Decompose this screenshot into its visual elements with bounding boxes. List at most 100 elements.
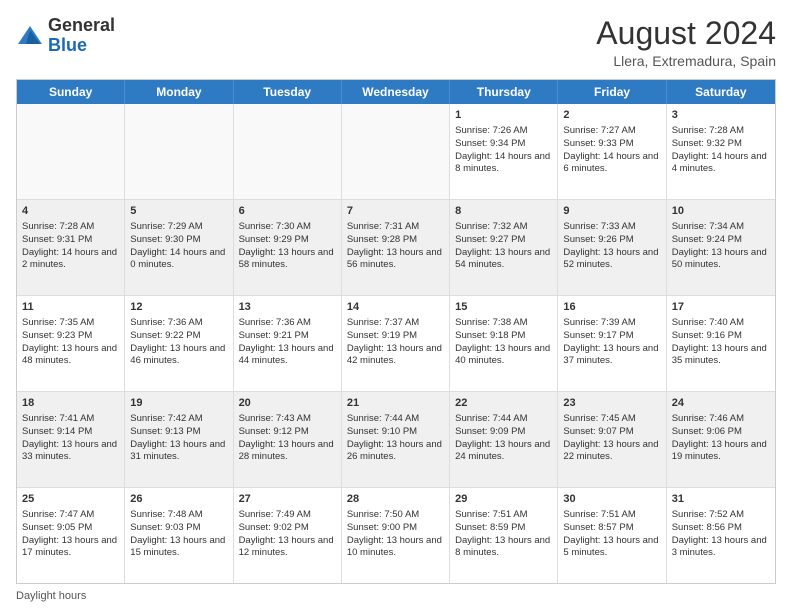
sunrise-text: Sunrise: 7:46 AM xyxy=(672,413,770,426)
daylight-text: Daylight: 13 hours and 42 minutes. xyxy=(347,343,444,369)
daylight-text: Daylight: 13 hours and 37 minutes. xyxy=(563,343,660,369)
sunset-text: Sunset: 9:09 PM xyxy=(455,426,552,439)
daylight-text: Daylight: 13 hours and 50 minutes. xyxy=(672,247,770,273)
calendar-cell: 14Sunrise: 7:37 AMSunset: 9:19 PMDayligh… xyxy=(342,296,450,391)
day-of-week-header: Thursday xyxy=(450,80,558,104)
daylight-text: Daylight: 13 hours and 54 minutes. xyxy=(455,247,552,273)
sunrise-text: Sunrise: 7:32 AM xyxy=(455,221,552,234)
sunrise-text: Sunrise: 7:45 AM xyxy=(563,413,660,426)
sunset-text: Sunset: 9:29 PM xyxy=(239,234,336,247)
calendar-cell: 9Sunrise: 7:33 AMSunset: 9:26 PMDaylight… xyxy=(558,200,666,295)
sunset-text: Sunset: 9:27 PM xyxy=(455,234,552,247)
sunrise-text: Sunrise: 7:44 AM xyxy=(455,413,552,426)
day-number: 13 xyxy=(239,300,336,315)
day-of-week-header: Monday xyxy=(125,80,233,104)
sunrise-text: Sunrise: 7:48 AM xyxy=(130,509,227,522)
day-number: 16 xyxy=(563,300,660,315)
daylight-text: Daylight: 13 hours and 48 minutes. xyxy=(22,343,119,369)
day-number: 22 xyxy=(455,396,552,411)
day-number: 27 xyxy=(239,492,336,507)
day-number: 6 xyxy=(239,204,336,219)
day-number: 3 xyxy=(672,108,770,123)
calendar-cell: 28Sunrise: 7:50 AMSunset: 9:00 PMDayligh… xyxy=(342,488,450,583)
day-of-week-header: Tuesday xyxy=(234,80,342,104)
daylight-text: Daylight: 13 hours and 24 minutes. xyxy=(455,439,552,465)
logo-text: General Blue xyxy=(48,16,115,56)
calendar-cell: 16Sunrise: 7:39 AMSunset: 9:17 PMDayligh… xyxy=(558,296,666,391)
daylight-text: Daylight: 13 hours and 35 minutes. xyxy=(672,343,770,369)
daylight-text: Daylight: 13 hours and 28 minutes. xyxy=(239,439,336,465)
sunset-text: Sunset: 9:12 PM xyxy=(239,426,336,439)
daylight-text: Daylight: 13 hours and 5 minutes. xyxy=(563,535,660,561)
calendar-cell: 22 Sunrise: 7:44 AMSunset: 9:09 PMDayligh… xyxy=(450,392,558,487)
calendar-cell: 29Sunrise: 7:51 AMSunset: 8:59 PMDayligh… xyxy=(450,488,558,583)
sunrise-text: Sunrise: 7:36 AM xyxy=(239,317,336,330)
calendar-cell: 8Sunrise: 7:32 AMSunset: 9:27 PMDaylight… xyxy=(450,200,558,295)
location: Llera, Extremadura, Spain xyxy=(596,53,776,69)
daylight-text: Daylight: 13 hours and 15 minutes. xyxy=(130,535,227,561)
logo: General Blue xyxy=(16,16,115,56)
sunrise-text: Sunrise: 7:51 AM xyxy=(455,509,552,522)
day-number: 28 xyxy=(347,492,444,507)
daylight-text: Daylight: 14 hours and 4 minutes. xyxy=(672,151,770,177)
calendar-cell: 18Sunrise: 7:41 AMSunset: 9:14 PMDayligh… xyxy=(17,392,125,487)
calendar-cell: 27Sunrise: 7:49 AMSunset: 9:02 PMDayligh… xyxy=(234,488,342,583)
sunset-text: Sunset: 9:16 PM xyxy=(672,330,770,343)
day-number: 5 xyxy=(130,204,227,219)
title-block: August 2024 Llera, Extremadura, Spain xyxy=(596,16,776,69)
sunrise-text: Sunrise: 7:30 AM xyxy=(239,221,336,234)
daylight-text: Daylight: 13 hours and 12 minutes. xyxy=(239,535,336,561)
calendar-row: 18Sunrise: 7:41 AMSunset: 9:14 PMDayligh… xyxy=(17,392,775,488)
calendar-cell: 24Sunrise: 7:46 AMSunset: 9:06 PMDayligh… xyxy=(667,392,775,487)
daylight-text: Daylight: 13 hours and 10 minutes. xyxy=(347,535,444,561)
calendar: SundayMondayTuesdayWednesdayThursdayFrid… xyxy=(16,79,776,584)
sunrise-text: Sunrise: 7:47 AM xyxy=(22,509,119,522)
footer: Daylight hours xyxy=(16,590,776,602)
calendar-header: SundayMondayTuesdayWednesdayThursdayFrid… xyxy=(17,80,775,104)
sunset-text: Sunset: 9:26 PM xyxy=(563,234,660,247)
sunset-text: Sunset: 9:32 PM xyxy=(672,138,770,151)
sunset-text: Sunset: 9:03 PM xyxy=(130,522,227,535)
calendar-row: 25Sunrise: 7:47 AMSunset: 9:05 PMDayligh… xyxy=(17,488,775,583)
calendar-cell: 30Sunrise: 7:51 AMSunset: 8:57 PMDayligh… xyxy=(558,488,666,583)
calendar-cell: 17 Sunrise: 7:40 AMSunset: 9:16 PMDayligh… xyxy=(667,296,775,391)
sunrise-text: Sunrise: 7:52 AM xyxy=(672,509,770,522)
sunrise-text: Sunrise: 7:49 AM xyxy=(239,509,336,522)
calendar-row: 1Sunrise: 7:26 AMSunset: 9:34 PMDaylight… xyxy=(17,104,775,200)
sunrise-text: Sunrise: 7:43 AM xyxy=(239,413,336,426)
daylight-text: Daylight: 13 hours and 8 minutes. xyxy=(455,535,552,561)
calendar-cell: 31Sunrise: 7:52 AMSunset: 8:56 PMDayligh… xyxy=(667,488,775,583)
sunrise-text: Sunrise: 7:27 AM xyxy=(563,125,660,138)
sunset-text: Sunset: 9:07 PM xyxy=(563,426,660,439)
day-number: 17 xyxy=(672,300,770,315)
daylight-text: Daylight: 14 hours and 0 minutes. xyxy=(130,247,227,273)
sunrise-text: Sunrise: 7:29 AM xyxy=(130,221,227,234)
sunset-text: Sunset: 9:24 PM xyxy=(672,234,770,247)
day-of-week-header: Saturday xyxy=(667,80,775,104)
daylight-text: Daylight: 13 hours and 52 minutes. xyxy=(563,247,660,273)
calendar-cell xyxy=(234,104,342,199)
calendar-cell xyxy=(342,104,450,199)
logo-blue: Blue xyxy=(48,36,115,56)
sunrise-text: Sunrise: 7:36 AM xyxy=(130,317,227,330)
sunset-text: Sunset: 9:21 PM xyxy=(239,330,336,343)
calendar-cell: 11 Sunrise: 7:35 AMSunset: 9:23 PMDayligh… xyxy=(17,296,125,391)
sunset-text: Sunset: 9:18 PM xyxy=(455,330,552,343)
day-number: 11 xyxy=(22,300,119,315)
calendar-cell: 23Sunrise: 7:45 AMSunset: 9:07 PMDayligh… xyxy=(558,392,666,487)
sunrise-text: Sunrise: 7:31 AM xyxy=(347,221,444,234)
footer-label: Daylight hours xyxy=(16,590,86,602)
sunrise-text: Sunrise: 7:40 AM xyxy=(672,317,770,330)
day-number: 29 xyxy=(455,492,552,507)
calendar-cell: 7Sunrise: 7:31 AMSunset: 9:28 PMDaylight… xyxy=(342,200,450,295)
day-number: 18 xyxy=(22,396,119,411)
sunset-text: Sunset: 9:23 PM xyxy=(22,330,119,343)
daylight-text: Daylight: 13 hours and 40 minutes. xyxy=(455,343,552,369)
sunrise-text: Sunrise: 7:35 AM xyxy=(22,317,119,330)
sunrise-text: Sunrise: 7:42 AM xyxy=(130,413,227,426)
sunrise-text: Sunrise: 7:33 AM xyxy=(563,221,660,234)
sunset-text: Sunset: 9:34 PM xyxy=(455,138,552,151)
day-number: 20 xyxy=(239,396,336,411)
day-number: 10 xyxy=(672,204,770,219)
calendar-cell: 21Sunrise: 7:44 AMSunset: 9:10 PMDayligh… xyxy=(342,392,450,487)
